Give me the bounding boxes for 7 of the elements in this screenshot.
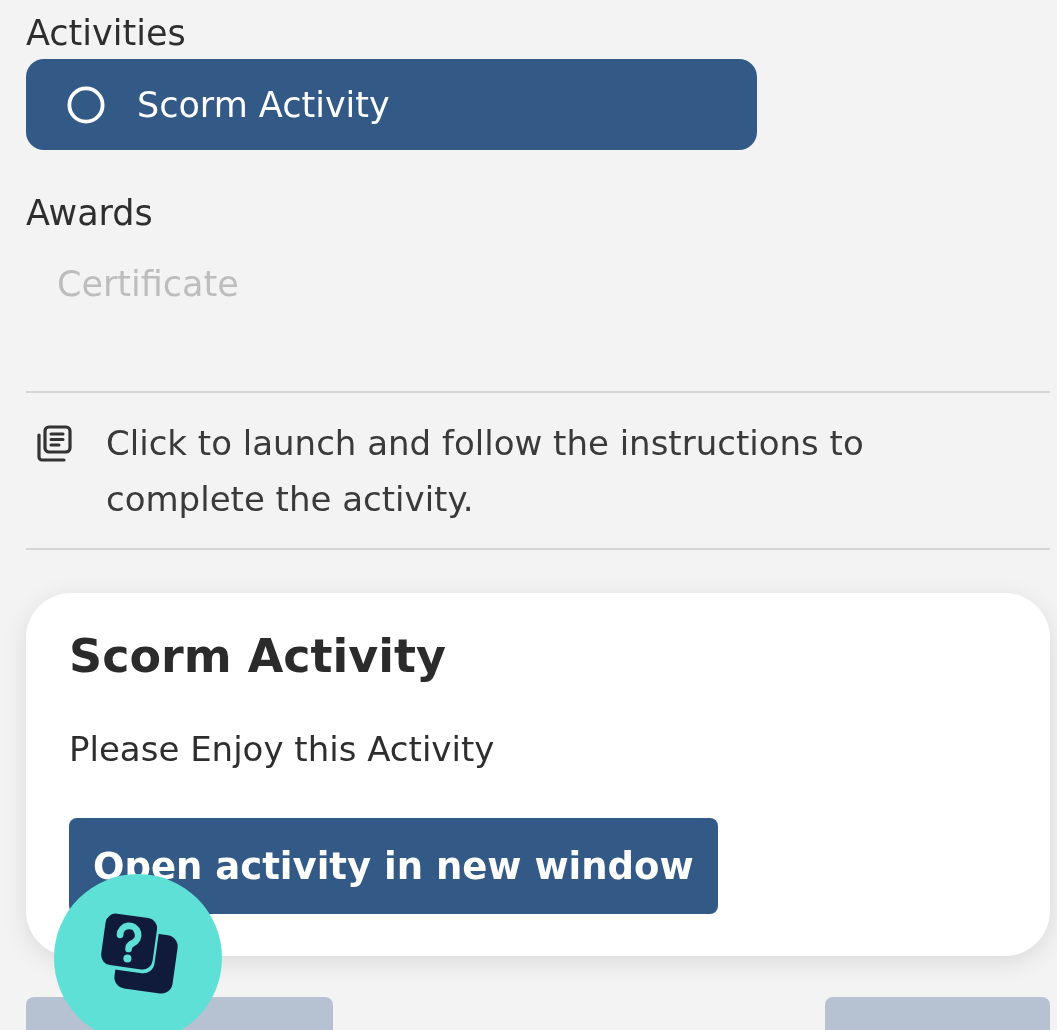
instructions-text: Click to launch and follow the instructions to complete the activity.	[106, 422, 865, 521]
document-list-icon	[36, 425, 73, 462]
card-description: Please Enjoy this Activity	[69, 728, 495, 771]
card-title: Scorm Activity	[69, 628, 446, 685]
section-heading: Activities	[26, 12, 186, 55]
section-heading: Awards	[26, 192, 153, 235]
activity-item[interactable]: Scorm Activity	[26, 59, 757, 150]
